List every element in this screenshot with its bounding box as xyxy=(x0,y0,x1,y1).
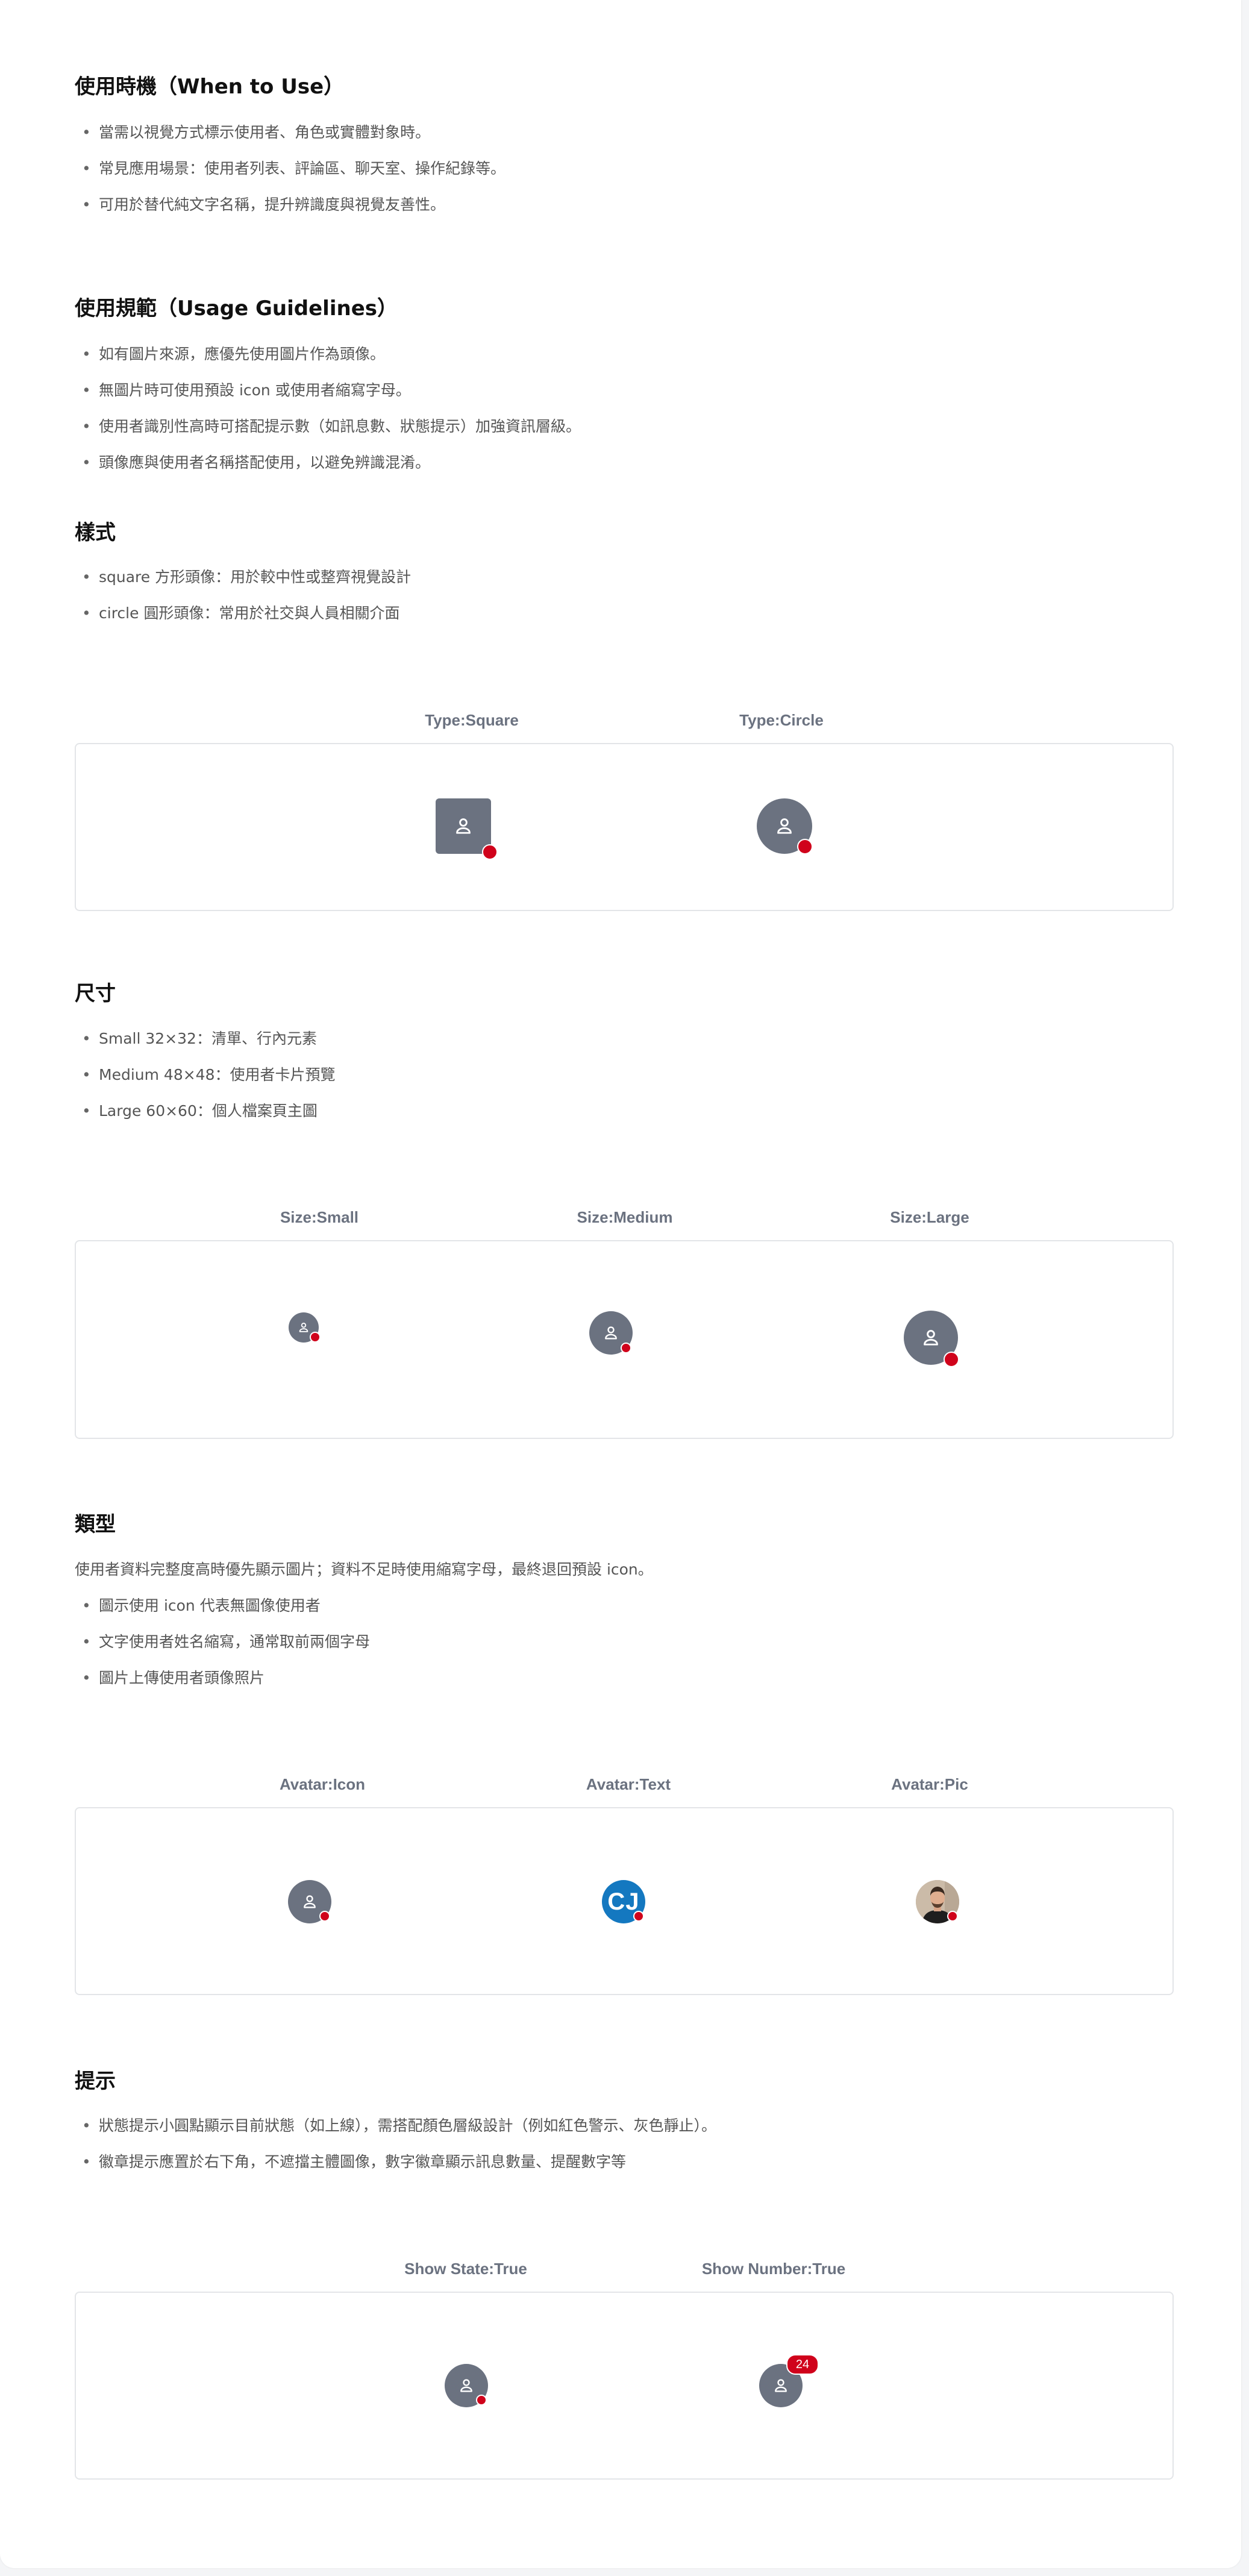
status-dot xyxy=(947,1911,958,1922)
list-item: Large 60×60：個人檔案頁主圖 xyxy=(75,1099,335,1135)
demo-label-type-square: Type:Square xyxy=(425,711,519,729)
style-demo-box xyxy=(75,743,1174,911)
when-to-use-list: 當需以視覺方式標示使用者、角色或實體對象時。 常見應用場景：使用者列表、評論區、… xyxy=(75,121,506,229)
demo-label-size-small: Size:Small xyxy=(280,1208,359,1226)
section-title-size: 尺寸 xyxy=(75,982,116,1006)
demo-label-size-large: Size:Large xyxy=(890,1208,969,1226)
person-icon xyxy=(605,1326,617,1340)
demo-label-avatar-pic: Avatar:Pic xyxy=(891,1775,968,1793)
person-icon xyxy=(924,1330,938,1346)
section-title-style: 樣式 xyxy=(75,521,116,545)
person-icon xyxy=(299,1323,308,1332)
list-item: 圖示使用 icon 代表無圖像使用者 xyxy=(75,1594,370,1630)
list-item: 狀態提示小圓點顯示目前狀態（如上線），需搭配顏色層級設計（例如紅色警示、灰色靜止… xyxy=(75,2114,716,2150)
status-dot xyxy=(621,1343,631,1353)
list-item: 使用者識別性高時可搭配提示數（如訊息數、狀態提示）加強資訊層級。 xyxy=(75,415,581,451)
list-item: 如有圖片來源，應優先使用圖片作為頭像。 xyxy=(75,342,581,378)
list-item: Medium 48×48：使用者卡片預覽 xyxy=(75,1063,335,1099)
status-dot xyxy=(633,1911,644,1922)
person-icon xyxy=(460,2379,472,2392)
section-title-when-to-use: 使用時機（When to Use） xyxy=(75,75,345,99)
avatar-initials: CJ xyxy=(607,1888,640,1915)
types-list: 圖示使用 icon 代表無圖像使用者 文字使用者姓名縮寫，通常取前兩個字母 圖片… xyxy=(75,1594,370,1702)
section-title-hints: 提示 xyxy=(75,2069,116,2093)
status-dot xyxy=(319,1911,330,1922)
hints-demo-box xyxy=(75,2292,1174,2480)
usage-guidelines-list: 如有圖片來源，應優先使用圖片作為頭像。 無圖片時可使用預設 icon 或使用者縮… xyxy=(75,342,581,487)
list-item: 無圖片時可使用預設 icon 或使用者縮寫字母。 xyxy=(75,378,581,415)
document-page: 使用時機（When to Use） 當需以視覺方式標示使用者、角色或實體對象時。… xyxy=(0,0,1241,2568)
list-item: 圖片上傳使用者頭像照片 xyxy=(75,1666,370,1702)
demo-label-size-medium: Size:Medium xyxy=(577,1208,673,1226)
list-item: 常見應用場景：使用者列表、評論區、聊天室、操作紀錄等。 xyxy=(75,157,506,193)
list-item: 可用於替代純文字名稱，提升辨識度與視覺友善性。 xyxy=(75,193,506,229)
list-item: 文字使用者姓名縮寫，通常取前兩個字母 xyxy=(75,1630,370,1666)
list-item: circle 圓形頭像：常用於社交與人員相關介面 xyxy=(75,601,411,638)
demo-label-show-state: Show State:True xyxy=(404,2260,527,2278)
demo-label-show-number: Show Number:True xyxy=(701,2260,846,2278)
hints-list: 狀態提示小圓點顯示目前狀態（如上線），需搭配顏色層級設計（例如紅色警示、灰色靜止… xyxy=(75,2114,716,2186)
status-dot xyxy=(482,844,498,860)
person-icon xyxy=(456,818,471,834)
avatar-square[interactable] xyxy=(436,798,491,854)
size-list: Small 32×32：清單、行內元素 Medium 48×48：使用者卡片預覽… xyxy=(75,1027,335,1135)
list-item: 當需以視覺方式標示使用者、角色或實體對象時。 xyxy=(75,121,506,157)
section-title-types: 類型 xyxy=(75,1512,116,1537)
person-icon xyxy=(304,1895,316,1908)
notification-count-badge: 24 xyxy=(786,2354,819,2375)
person-icon xyxy=(777,818,792,834)
style-list: square 方形頭像：用於較中性或整齊視覺設計 circle 圓形頭像：常用於… xyxy=(75,565,411,638)
status-dot xyxy=(310,1332,321,1343)
list-item: square 方形頭像：用於較中性或整齊視覺設計 xyxy=(75,565,411,601)
demo-label-avatar-text: Avatar:Text xyxy=(586,1775,671,1793)
demo-label-avatar-icon: Avatar:Icon xyxy=(279,1775,366,1793)
list-item: 徽章提示應置於右下角，不遮擋主體圖像，數字徽章顯示訊息數量、提醒數字等 xyxy=(75,2150,716,2186)
status-dot xyxy=(797,839,813,854)
list-item: 頭像應與使用者名稱搭配使用，以避免辨識混淆。 xyxy=(75,451,581,487)
list-item: Small 32×32：清單、行內元素 xyxy=(75,1027,335,1063)
status-dot xyxy=(476,2395,487,2405)
types-intro: 使用者資料完整度高時優先顯示圖片；資料不足時使用縮寫字母，最終退回預設 icon… xyxy=(75,1561,653,1578)
person-icon xyxy=(775,2379,787,2392)
demo-label-type-circle: Type:Circle xyxy=(739,711,824,729)
section-title-usage-guidelines: 使用規範（Usage Guidelines） xyxy=(75,296,398,321)
status-dot xyxy=(944,1352,959,1367)
